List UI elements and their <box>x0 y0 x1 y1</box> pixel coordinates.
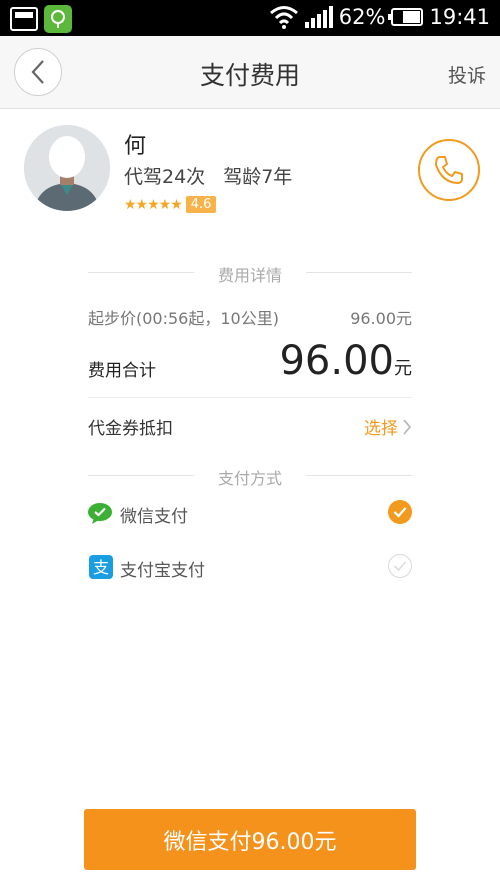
payment-option-label: 支付宝支付 <box>120 561 205 581</box>
base-fee-value: 96.00元 <box>350 309 412 328</box>
base-fee-row: 起步价(00:56起，10公里) 96.00元 <box>88 305 412 329</box>
call-driver-button[interactable] <box>418 139 480 201</box>
pay-button[interactable]: 微信支付96.00元 <box>84 809 416 870</box>
rating-badge: 4.6 <box>185 196 217 213</box>
app-notification-icon <box>44 5 72 33</box>
base-fee-label: 起步价(00:56起，10公里) <box>88 309 279 328</box>
signal-icon <box>304 6 333 28</box>
clock: 19:41 <box>429 5 490 29</box>
radio-unchecked-icon[interactable] <box>388 554 412 578</box>
avatar <box>24 125 110 211</box>
phone-icon <box>435 156 463 184</box>
battery-level <box>403 11 421 23</box>
alipay-icon: 支 <box>89 555 113 579</box>
coupon-label: 代金券抵扣 <box>88 419 173 439</box>
nav-header: 支付费用 投诉 <box>0 36 500 109</box>
chevron-right-icon <box>403 418 412 435</box>
star-rating: ★★★★★ <box>124 196 183 213</box>
fee-section-title: 费用详情 <box>217 266 282 285</box>
battery-icon <box>388 8 424 26</box>
status-bar: 62% 19:41 <box>0 0 500 36</box>
radio-checked-icon[interactable] <box>388 500 412 524</box>
driver-experience: 驾龄7年 <box>223 166 293 188</box>
payment-section-divider: 支付方式 <box>88 465 412 488</box>
total-amount-value: 96.00 <box>279 338 394 384</box>
payment-option-alipay[interactable]: 支 支付宝支付 <box>88 553 412 583</box>
svg-text:支: 支 <box>93 558 109 577</box>
coupon-row[interactable]: 代金券抵扣 选择 <box>88 414 412 439</box>
coupon-select-label: 选择 <box>364 419 398 439</box>
wifi-icon <box>269 6 298 29</box>
driver-trips: 代驾24次 <box>124 166 206 188</box>
battery-percent: 62% <box>338 5 386 29</box>
fee-section-divider: 费用详情 <box>88 262 412 285</box>
payment-option-label: 微信支付 <box>120 507 188 527</box>
coupon-select[interactable]: 选择 <box>364 414 412 439</box>
total-amount-unit: 元 <box>394 358 412 379</box>
driver-stats: 代驾24次 驾龄7年 <box>124 162 292 189</box>
complain-link[interactable]: 投诉 <box>448 61 486 88</box>
total-fee-amount: 96.00元 <box>279 338 412 384</box>
payment-section-title: 支付方式 <box>217 469 282 488</box>
driver-name: 何 <box>124 134 147 159</box>
wechat-icon <box>88 503 112 524</box>
total-fee-label: 费用合计 <box>88 361 156 381</box>
page-title: 支付费用 <box>199 61 300 90</box>
driver-rating: ★★★★★ 4.6 <box>124 196 217 213</box>
total-fee-row: 费用合计 96.00元 <box>88 338 412 384</box>
divider-line <box>88 397 412 398</box>
screenshot-icon <box>10 7 38 31</box>
payment-option-wechat[interactable]: 微信支付 <box>88 499 412 529</box>
